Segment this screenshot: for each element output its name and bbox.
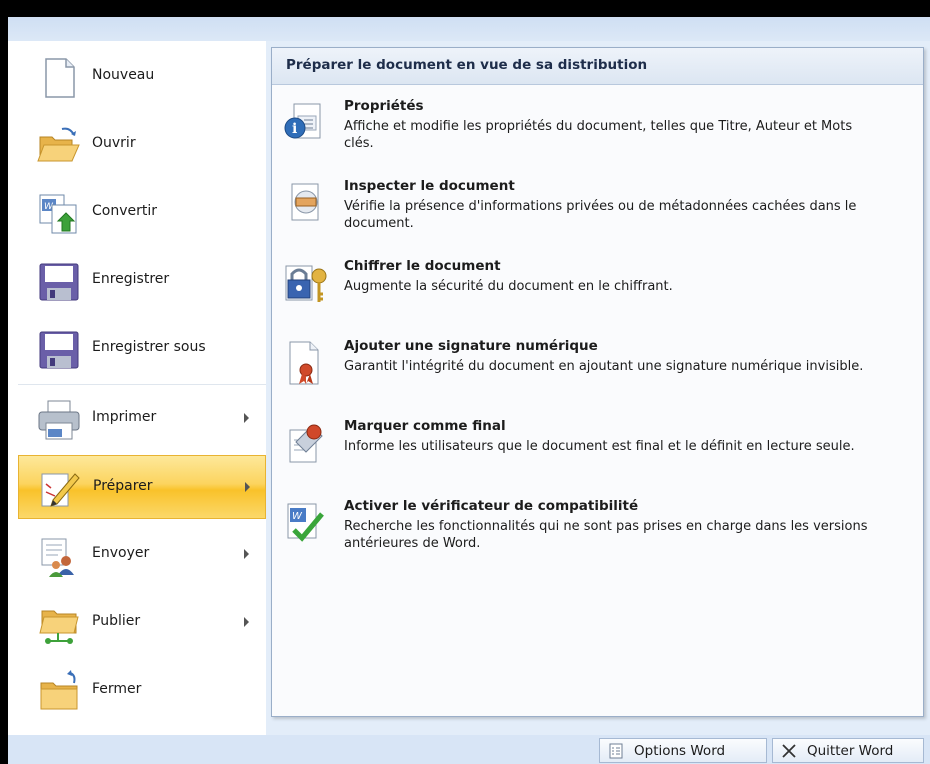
close-x-icon — [782, 744, 796, 758]
save-as-disk-icon — [39, 331, 79, 369]
submenu-arrow-icon — [244, 413, 249, 423]
option-title: Chiffrer le document — [344, 258, 501, 274]
menu-item-label: Enregistrer sous — [92, 339, 206, 355]
submenu-arrow-icon — [245, 482, 250, 492]
option-description: Informe les utilisateurs que le document… — [344, 439, 855, 454]
prepare-pencil-icon — [41, 473, 80, 507]
menu-item-fermer[interactable]: Fermer — [18, 659, 266, 723]
menu-item-publier[interactable]: Publier — [18, 591, 266, 655]
option-description: Vérifie la présence d'informations privé… — [344, 199, 857, 231]
prepare-submenu-panel: Préparer le document en vue de sa distri… — [271, 47, 924, 717]
menu-item-enregistrer-sous[interactable]: Enregistrer sous — [18, 317, 266, 381]
option-marquer-final[interactable]: Marquer comme final Informe les utilisat… — [282, 418, 912, 482]
menu-item-label: Fermer — [92, 681, 142, 697]
option-compatibilite[interactable]: W Activer le vérificateur de compatibili… — [282, 498, 912, 562]
close-folder-icon — [40, 670, 78, 710]
menu-item-preparer[interactable]: Préparer — [18, 455, 266, 519]
option-inspecter[interactable]: Inspecter le document Vérifie la présenc… — [282, 178, 912, 242]
option-title: Activer le vérificateur de compatibilité — [344, 498, 639, 514]
option-description: Augmente la sécurité du document en le c… — [344, 279, 673, 294]
quit-word-button[interactable]: Quitter Word — [772, 738, 924, 763]
printer-icon — [38, 400, 80, 440]
svg-text:W: W — [292, 511, 303, 522]
mark-final-icon — [289, 424, 323, 463]
inspect-document-icon — [291, 183, 319, 221]
menu-item-label: Imprimer — [92, 409, 157, 425]
submenu-arrow-icon — [244, 549, 249, 559]
option-signature[interactable]: Ajouter une signature numérique Garantit… — [282, 338, 912, 402]
convert-document-icon: W — [39, 194, 77, 234]
options-word-label: Options Word — [634, 743, 726, 759]
encrypt-lock-icon — [285, 265, 327, 302]
options-word-button[interactable]: Options Word — [599, 738, 767, 763]
office-menu-commands: Nouveau Ouvrir W Convertir Enregistrer E… — [8, 41, 266, 741]
option-chiffrer[interactable]: Chiffrer le document Augmente la sécurit… — [282, 258, 912, 308]
menu-item-ouvrir[interactable]: Ouvrir — [18, 113, 266, 177]
option-description: Affiche et modifie les propriétés du doc… — [344, 119, 853, 151]
option-title: Marquer comme final — [344, 418, 506, 434]
window-frame: Nouveau Ouvrir W Convertir Enregistrer E… — [0, 0, 930, 764]
menu-item-label: Envoyer — [92, 545, 150, 561]
office-menu-window: Nouveau Ouvrir W Convertir Enregistrer E… — [8, 17, 930, 764]
new-document-icon — [45, 58, 75, 98]
menu-separator — [18, 384, 266, 385]
open-folder-icon — [37, 127, 80, 162]
panel-title: Préparer le document en vue de sa distri… — [286, 57, 648, 73]
menu-item-imprimer[interactable]: Imprimer — [18, 387, 266, 451]
compatibility-checker-icon: W — [287, 503, 324, 542]
send-people-icon — [41, 538, 74, 577]
option-description: Garantit l'intégrité du document en ajou… — [344, 359, 864, 374]
menu-item-nouveau[interactable]: Nouveau — [18, 45, 266, 109]
save-disk-icon — [39, 263, 79, 301]
menu-item-envoyer[interactable]: Envoyer — [18, 523, 266, 587]
quit-word-label: Quitter Word — [807, 743, 894, 759]
option-title: Propriétés — [344, 98, 424, 114]
properties-icon: i — [284, 103, 321, 139]
menu-item-label: Enregistrer — [92, 271, 170, 287]
submenu-arrow-icon — [244, 617, 249, 627]
menu-item-label: Nouveau — [92, 67, 155, 83]
menu-item-convertir[interactable]: W Convertir — [18, 181, 266, 245]
option-title: Inspecter le document — [344, 178, 515, 194]
option-proprietes[interactable]: i Propriétés Affiche et modifie les prop… — [282, 98, 912, 162]
menu-item-label: Ouvrir — [92, 135, 136, 151]
option-description: Recherche les fonctionnalités qui ne son… — [344, 519, 868, 551]
svg-text:i: i — [292, 121, 297, 137]
menu-item-label: Convertir — [92, 203, 158, 219]
digital-signature-icon — [289, 341, 319, 385]
title-band — [8, 17, 930, 41]
menu-item-enregistrer[interactable]: Enregistrer — [18, 249, 266, 313]
options-document-icon — [609, 743, 623, 759]
option-title: Ajouter une signature numérique — [344, 338, 598, 354]
panel-header: Préparer le document en vue de sa distri… — [272, 48, 923, 85]
publish-folder-icon — [39, 610, 79, 644]
menu-item-label: Préparer — [93, 478, 153, 494]
menu-item-label: Publier — [92, 613, 141, 629]
menu-footer: Options Word Quitter Word — [8, 735, 930, 764]
